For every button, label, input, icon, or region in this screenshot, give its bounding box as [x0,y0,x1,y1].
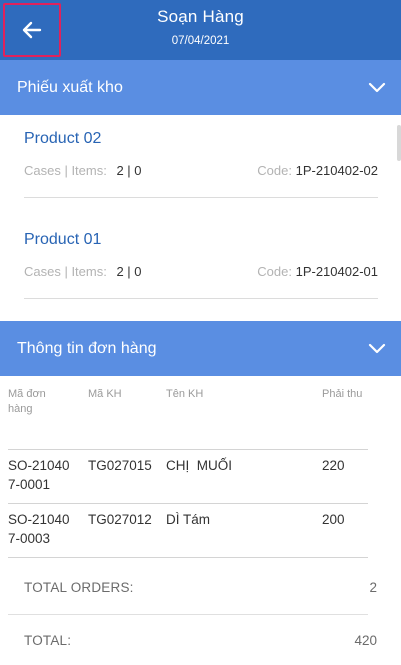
divider [24,298,378,299]
scrollbar[interactable] [397,125,401,161]
column-header-order-no: Mã đơn hàng [8,388,46,415]
divider [24,197,378,198]
table-divider [8,557,368,558]
page-date: 07/04/2021 [171,35,230,47]
cell-customer-name: DÌ Tám [166,512,211,527]
product-qty: 2 | 0 [116,264,142,279]
cell-order-no: SO-210407-0003 [8,512,70,546]
table-divider [8,503,368,504]
product-name: Product 01 [24,231,102,248]
cell-customer-code: TG027015 [88,458,152,473]
product-name: Product 02 [24,130,102,147]
product-code-label: Code: [257,264,292,279]
cell-customer-name: CHỊ MUỐI [166,458,232,473]
total-orders-label: TOTAL ORDERS: [24,580,134,595]
product-item[interactable]: Product 02 Cases | Items: 2 | 0 Code: 1P… [24,130,378,181]
product-code-label: Code: [257,163,292,178]
cell-receivable: 200 [322,512,345,527]
product-qty-label: Cases | Items: [24,264,107,279]
product-item[interactable]: Product 01 Cases | Items: 2 | 0 Code: 1P… [24,231,378,282]
section-order-info[interactable]: Thông tin đơn hàng [0,321,401,376]
cell-receivable: 220 [322,458,345,473]
page-title: Soạn Hàng [157,7,244,26]
column-header-customer-code: Mã KH [88,388,122,400]
chevron-down-icon [368,82,386,93]
product-code: 1P-210402-01 [295,264,378,279]
product-qty: 2 | 0 [116,163,142,178]
product-code: 1P-210402-02 [295,163,378,178]
chevron-down-icon [368,343,386,354]
app-header: Soạn Hàng 07/04/2021 [0,0,401,60]
section-title: Phiếu xuất kho [17,78,123,96]
total-label: TOTAL: [24,633,72,648]
divider [8,614,368,615]
column-header-receivable: Phải thu [322,388,363,400]
table-divider [8,449,368,450]
total-orders-value: 2 [369,580,377,595]
product-qty-label: Cases | Items: [24,163,107,178]
section-export-slip[interactable]: Phiếu xuất kho [0,60,401,115]
section-title: Thông tin đơn hàng [17,339,157,357]
cell-customer-code: TG027012 [88,512,152,527]
column-header-customer-name: Tên KH [166,388,204,400]
total-value: 420 [354,633,377,648]
cell-order-no: SO-210407-0001 [8,458,70,492]
